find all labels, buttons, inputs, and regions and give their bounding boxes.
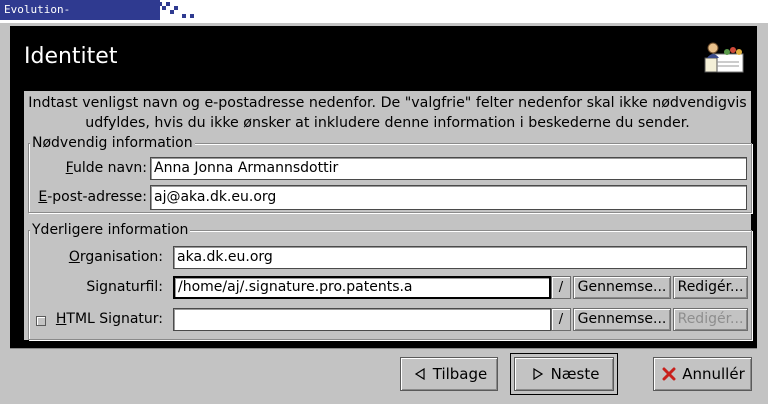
button-separator — [10, 348, 757, 349]
back-button-label: Tilbage — [432, 365, 488, 383]
fullname-field[interactable]: Anna Jonna Armannsdottir — [150, 157, 747, 180]
window-title: Evolution-kontoassistent — [0, 0, 160, 36]
signature-browse-button[interactable]: Gennemse... — [573, 276, 671, 299]
forward-arrow-icon — [529, 358, 547, 390]
intro-text: Indtast venligst navn og e-postadresse n… — [28, 95, 747, 131]
html-signature-edit-button: Redigér... — [673, 308, 748, 331]
signature-file-history-button[interactable]: / — [551, 276, 571, 299]
title-bar[interactable]: Evolution-kontoassistent — [0, 0, 768, 36]
cancel-button[interactable]: Annullér — [653, 357, 752, 391]
html-signature-checkbox[interactable] — [36, 316, 46, 326]
next-button-label: Næste — [550, 365, 600, 383]
signature-file-field[interactable]: /home/aj/.signature.pro.patents.a — [173, 276, 551, 299]
evolution-logo-icon — [703, 40, 745, 74]
fullname-label: Fulde navn: — [65, 160, 147, 176]
organisation-field[interactable]: aka.dk.eu.org — [173, 246, 747, 269]
organisation-label: Organisation: — [68, 249, 163, 265]
optional-info-legend: Yderligere information — [30, 222, 191, 238]
cancel-x-icon — [660, 358, 678, 390]
required-info-legend: Nødvendig information — [30, 135, 195, 151]
email-label: E-post-adresse: — [38, 189, 147, 205]
next-button[interactable]: Næste — [510, 353, 618, 395]
page-title: Identitet — [24, 44, 118, 69]
email-field[interactable]: aj@aka.dk.eu.org — [150, 185, 747, 210]
cancel-button-label: Annullér — [682, 365, 745, 383]
html-signature-browse-button[interactable]: Gennemse... — [573, 308, 671, 331]
html-signature-history-button[interactable]: / — [551, 308, 571, 331]
signature-file-label: Signaturfil: — [86, 279, 163, 295]
back-button[interactable]: Tilbage — [400, 357, 498, 391]
html-signature-label[interactable]: HTML Signatur: — [48, 308, 163, 330]
title-bar-decoration — [158, 2, 198, 20]
signature-edit-button[interactable]: Redigér... — [673, 276, 748, 299]
back-arrow-icon — [411, 358, 429, 390]
html-signature-field[interactable] — [173, 308, 551, 331]
